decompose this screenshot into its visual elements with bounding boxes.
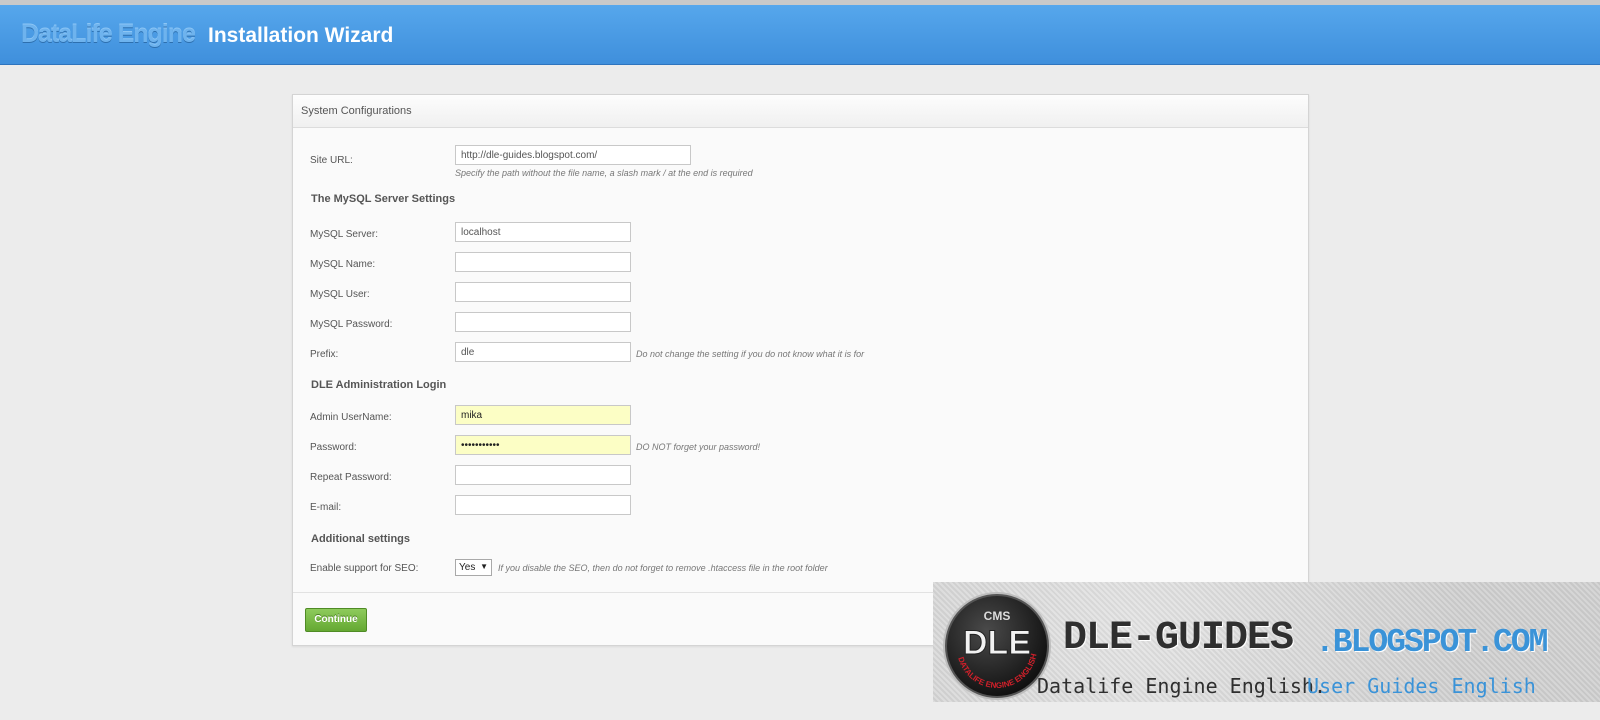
banner-title-domain: .BLOGSPOT.COM <box>1315 624 1548 661</box>
mysql-password-input[interactable] <box>455 312 631 332</box>
email-input[interactable] <box>455 495 631 515</box>
site-url-label: Site URL: <box>310 155 353 166</box>
continue-button[interactable]: Continue <box>305 608 367 632</box>
admin-section-heading: DLE Administration Login <box>311 379 447 391</box>
mysql-name-label: MySQL Name: <box>310 259 376 270</box>
dle-guides-watermark-banner: CMS DLE DATALIFE ENGINE ENGLISH DLE-GUID… <box>933 582 1600 702</box>
prefix-input[interactable] <box>455 342 631 362</box>
site-url-hint: Specify the path without the file name, … <box>455 168 753 178</box>
datalife-engine-logo: DataLife Engine <box>21 20 196 48</box>
panel-title: System Configurations <box>301 105 412 117</box>
header-bar: DataLife Engine Installation Wizard <box>0 5 1600 65</box>
site-url-input[interactable] <box>455 145 691 165</box>
seo-select-value: Yes <box>459 562 476 573</box>
repeat-password-input[interactable] <box>455 465 631 485</box>
admin-username-label: Admin UserName: <box>310 412 392 423</box>
panel-header: System Configurations <box>293 95 1308 128</box>
mysql-user-input[interactable] <box>455 282 631 302</box>
banner-title-main: DLE-GUIDES <box>1063 616 1294 661</box>
admin-username-input[interactable] <box>455 405 631 425</box>
badge-cms-text: CMS <box>984 609 1011 623</box>
seo-select[interactable]: Yes ▼ <box>455 559 492 576</box>
password-hint: DO NOT forget your password! <box>636 442 761 452</box>
banner-subtitle-dark: Datalife Engine English. <box>1037 674 1326 698</box>
password-input[interactable] <box>455 435 631 455</box>
mysql-name-input[interactable] <box>455 252 631 272</box>
seo-hint: If you disable the SEO, then do not forg… <box>498 563 828 573</box>
mysql-server-input[interactable] <box>455 222 631 242</box>
email-label: E-mail: <box>310 502 342 513</box>
seo-label: Enable support for SEO: <box>310 563 419 574</box>
banner-subtitle-blue: User Guides English <box>1307 674 1536 698</box>
additional-section-heading: Additional settings <box>311 533 410 545</box>
repeat-password-label: Repeat Password: <box>310 472 392 483</box>
password-label: Password: <box>310 442 357 453</box>
page-title: Installation Wizard <box>208 24 394 47</box>
mysql-user-label: MySQL User: <box>310 289 370 300</box>
prefix-label: Prefix: <box>310 349 339 360</box>
dropdown-arrow-icon: ▼ <box>480 562 488 571</box>
system-configurations-panel: System Configurations Site URL: Specify … <box>292 94 1309 646</box>
mysql-section-heading: The MySQL Server Settings <box>311 193 456 205</box>
prefix-hint: Do not change the setting if you do not … <box>636 349 865 359</box>
badge-dle-text: DLE <box>963 624 1031 662</box>
mysql-password-label: MySQL Password: <box>310 319 393 330</box>
mysql-server-label: MySQL Server: <box>310 229 378 240</box>
